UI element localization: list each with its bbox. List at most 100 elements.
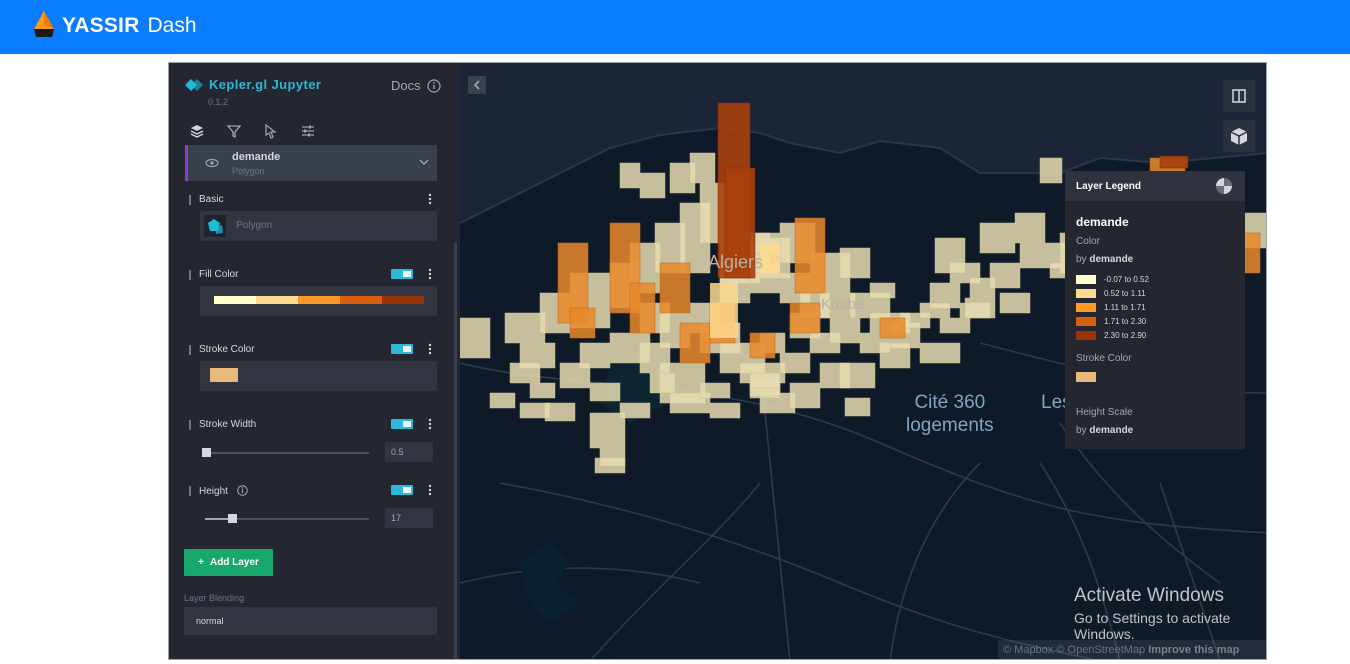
settings-icon	[302, 125, 314, 137]
chevron-left-icon	[473, 80, 480, 90]
mapbox-link[interactable]: © Mapbox	[1003, 644, 1053, 656]
eye-icon[interactable]	[205, 156, 219, 170]
osm-link[interactable]: © OpenStreetMap	[1056, 644, 1145, 656]
legend-stroke-swatch	[1076, 372, 1096, 382]
stroke-width-toggle[interactable]	[391, 419, 413, 429]
color-ramp	[214, 296, 424, 304]
legend-swatch	[1076, 289, 1096, 298]
panel-title: Kepler.gl Jupyter	[185, 77, 321, 92]
legend-color-label: Color	[1076, 236, 1100, 247]
add-layer-button[interactable]: + Add Layer	[184, 549, 273, 576]
app-version: 0.1.2	[208, 97, 229, 107]
layer-name[interactable]: demande	[232, 151, 280, 163]
legend-swatch	[1076, 303, 1096, 312]
legend-bin-label: 2.30 to 2.90	[1104, 331, 1147, 340]
map-label-cite-line1: Cité 360	[914, 392, 986, 413]
stroke-color-swatch[interactable]	[210, 368, 238, 382]
cube-icon	[1230, 128, 1248, 145]
legend-bin-label: 1.11 to 1.71	[1104, 303, 1146, 312]
split-map-button[interactable]	[1223, 80, 1255, 112]
top-bar: YASSIR Dash	[0, 0, 1350, 54]
ramp-step	[256, 296, 298, 304]
brand[interactable]: YASSIR Dash	[30, 11, 197, 41]
collapse-panel-button[interactable]	[468, 76, 486, 94]
layer-header[interactable]: demande Polygon	[185, 145, 437, 181]
legend-height-field: by demande	[1076, 425, 1133, 436]
panel-scrollbar[interactable]	[454, 243, 457, 659]
stroke-width-slider-handle[interactable]	[202, 448, 211, 457]
layer-blending-select[interactable]: normal	[184, 607, 437, 635]
legend-swatch	[1076, 331, 1096, 340]
section-basic-label[interactable]: Basic	[189, 194, 223, 205]
more-options-icon[interactable]	[428, 193, 432, 205]
layers-icon	[190, 125, 204, 138]
map-label-algiers: Algiers	[708, 252, 764, 272]
stroke-color-selector[interactable]	[200, 361, 437, 391]
ramp-step	[214, 296, 256, 304]
layer-type: Polygon	[232, 166, 265, 176]
more-options-icon[interactable]	[428, 268, 432, 280]
tab-interactions[interactable]	[263, 123, 279, 139]
legend-bin: 0.52 to 1.11	[1076, 289, 1146, 298]
activate-line1: Activate Windows	[1074, 585, 1224, 606]
tab-layers[interactable]	[189, 123, 205, 139]
filter-icon	[226, 125, 242, 139]
stroke-width-slider[interactable]	[205, 452, 369, 454]
stroke-color-toggle[interactable]	[391, 344, 413, 354]
map-canvas[interactable]: Cité 360 logements Les Algiers Kouba Lay…	[459, 63, 1266, 659]
legend-color-field: by demande	[1076, 254, 1133, 265]
section-height-label[interactable]: Height	[189, 485, 248, 497]
more-options-icon[interactable]	[428, 343, 432, 355]
legend-bin: 1.71 to 2.30	[1076, 317, 1146, 326]
fill-color-toggle[interactable]	[391, 269, 413, 279]
section-stroke-color-label[interactable]: Stroke Color	[189, 344, 255, 355]
map-label-cite: Cité 360 logements	[906, 391, 994, 437]
legend-bin: 1.11 to 1.71	[1076, 303, 1146, 312]
kepler-frame: Cité 360 logements Les Algiers Kouba Lay…	[168, 62, 1267, 660]
kepler-logo-icon	[185, 78, 203, 91]
height-toggle[interactable]	[391, 485, 413, 495]
height-slider-handle[interactable]	[228, 514, 237, 523]
app-title: Dash	[147, 14, 197, 37]
legend-title: Layer Legend	[1076, 181, 1142, 192]
layer-type-selector[interactable]: Polygon	[200, 211, 437, 241]
yassir-logo-icon	[34, 11, 54, 37]
layer-type-value: Polygon	[236, 220, 273, 231]
legend-toggle-icon[interactable]	[1215, 177, 1233, 195]
legend-field: demande	[1089, 254, 1134, 265]
fill-color-ramp-selector[interactable]	[200, 286, 437, 316]
docs-link[interactable]: Docs	[391, 78, 441, 93]
more-options-icon[interactable]	[428, 484, 432, 496]
height-input[interactable]: 17	[385, 508, 433, 528]
info-icon[interactable]	[236, 485, 248, 496]
legend-field: demande	[1089, 425, 1134, 436]
layer-config-panel: demande Polygon Basic Polygon Fill Color	[169, 145, 460, 659]
legend-swatch	[1076, 317, 1096, 326]
legend-height-label: Height Scale	[1076, 407, 1133, 418]
legend-layer-name: demande	[1076, 215, 1129, 229]
brand-name: YASSIR	[62, 14, 140, 37]
more-options-icon[interactable]	[428, 418, 432, 430]
section-stroke-width-label[interactable]: Stroke Width	[189, 419, 256, 430]
height-label: Height	[199, 486, 228, 497]
3d-view-button[interactable]	[1223, 120, 1255, 152]
tab-map-style[interactable]	[300, 123, 316, 139]
panel-tabs	[189, 123, 316, 139]
stroke-width-input[interactable]: 0.5	[385, 442, 433, 462]
info-icon	[427, 78, 441, 93]
chevron-down-icon[interactable]	[418, 156, 430, 168]
layer-blending-label: Layer Blending	[184, 593, 245, 603]
improve-map-link[interactable]: Improve this map	[1148, 644, 1239, 656]
tab-filters[interactable]	[226, 123, 242, 139]
legend-bin-label: -0.07 to 0.52	[1104, 275, 1149, 284]
legend-bin: 2.30 to 2.90	[1076, 331, 1146, 340]
docs-label: Docs	[391, 78, 421, 93]
ramp-step	[382, 296, 424, 304]
section-fill-color-label[interactable]: Fill Color	[189, 269, 238, 280]
map-label-kouba: Kouba	[821, 296, 865, 313]
windows-activation-watermark: Activate Windows Go to Settings to activ…	[1074, 585, 1266, 642]
ramp-step	[298, 296, 340, 304]
plus-icon: +	[198, 557, 204, 568]
legend-swatch	[1076, 275, 1096, 284]
split-map-icon	[1232, 89, 1246, 103]
